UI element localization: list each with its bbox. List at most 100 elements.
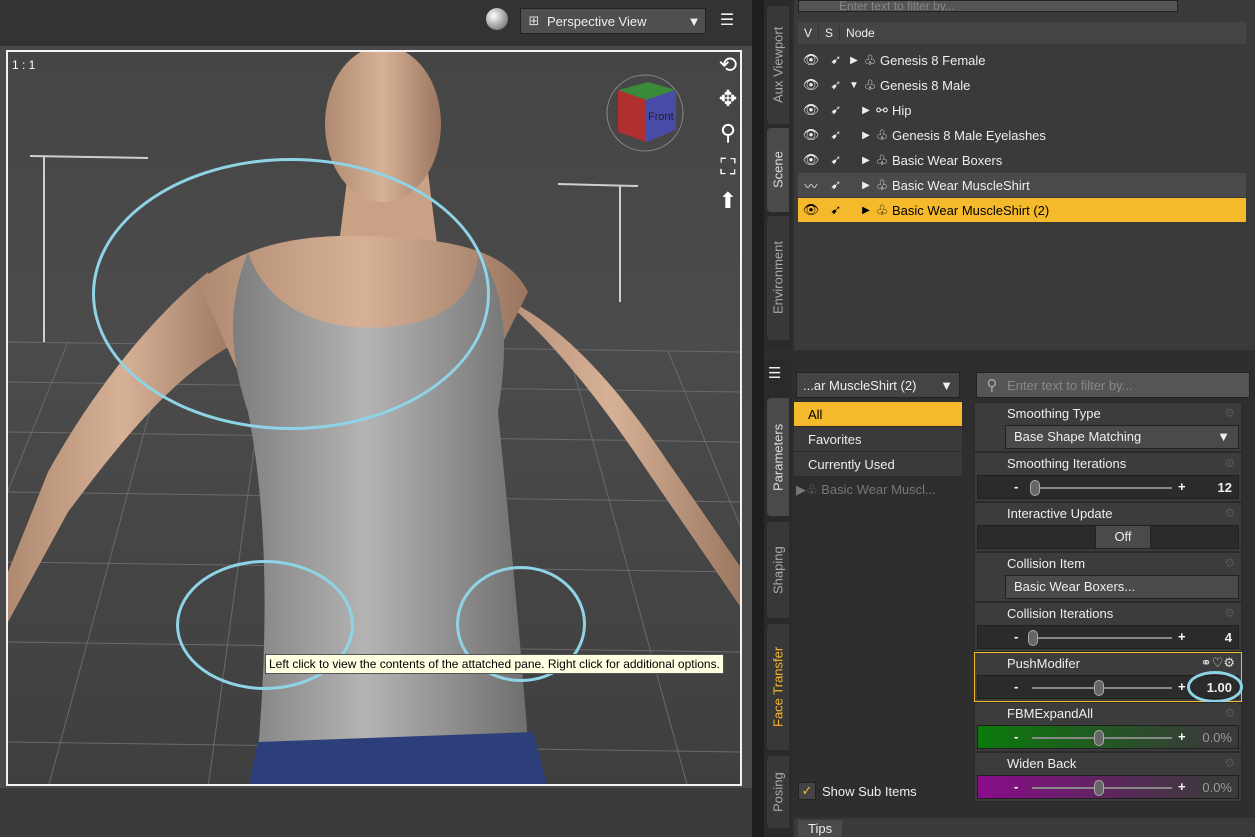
scene-row[interactable]: 👁 ➹ ▼ ♧ Genesis 8 Male <box>798 73 1246 97</box>
viewport-menu-icon[interactable]: ☰ <box>716 10 738 32</box>
highlight-ellipse <box>1187 671 1243 703</box>
decrement-icon[interactable]: - <box>1014 479 1018 494</box>
tab-scene[interactable]: Scene <box>767 128 789 212</box>
gear-icon[interactable]: ⚙ <box>1224 556 1235 570</box>
increment-icon[interactable]: + <box>1178 679 1186 694</box>
gear-icon[interactable]: ⚙ <box>1224 706 1235 720</box>
expand-icon[interactable]: ▶ <box>860 130 872 141</box>
scene-row-selected[interactable]: 👁 ➹ ▶ ♧ Basic Wear MuscleShirt (2) <box>798 198 1246 222</box>
selectable-icon[interactable]: ➹ <box>824 52 848 68</box>
eye-icon[interactable]: 👁 <box>798 77 824 93</box>
col-selectable[interactable]: S <box>819 26 841 40</box>
expand-icon[interactable]: ▶ <box>848 55 860 66</box>
eye-icon[interactable]: 👁 <box>798 152 824 168</box>
expand-icon[interactable]: ▶ <box>860 105 872 116</box>
collision-item-button[interactable]: Basic Wear Boxers... <box>1005 575 1239 599</box>
reset-view-icon[interactable]: ⬆ <box>710 184 746 218</box>
slider-value[interactable]: 0.0% <box>1202 730 1232 745</box>
slider[interactable]: - + 4 <box>977 625 1239 649</box>
gear-icon[interactable]: ⚙ <box>1224 606 1235 620</box>
slider-knob[interactable] <box>1094 730 1104 746</box>
slider[interactable]: - + 0.0% <box>977 775 1239 799</box>
orbit-icon[interactable]: ⟲ <box>710 48 746 82</box>
slider-knob[interactable] <box>1094 680 1104 696</box>
slider-knob[interactable] <box>1030 480 1040 496</box>
increment-icon[interactable]: + <box>1178 729 1186 744</box>
show-sub-items[interactable]: ✓ Show Sub Items <box>798 782 917 800</box>
eye-icon[interactable]: 👁 <box>798 102 824 118</box>
collapse-icon[interactable]: ▼ <box>848 80 860 91</box>
eye-icon[interactable]: 👁 <box>798 52 824 68</box>
eye-closed-icon[interactable]: 〰 <box>798 176 824 195</box>
checkbox-checked-icon[interactable]: ✓ <box>798 782 816 800</box>
viewport-frame[interactable] <box>6 50 742 786</box>
tab-shaping[interactable]: Shaping <box>767 522 789 618</box>
tab-tips[interactable]: Tips <box>798 820 843 837</box>
scene-row[interactable]: 〰 ➹ ▶ ♧ Basic Wear MuscleShirt <box>798 173 1246 197</box>
zoom-icon[interactable]: ⚲ <box>710 116 746 150</box>
param-label: Widen Back <box>1007 756 1077 771</box>
slider[interactable]: - + 12 <box>977 475 1239 499</box>
slider-value[interactable]: 12 <box>1218 480 1232 495</box>
link-heart-gear-icons[interactable]: ⚭♡⚙ <box>1201 655 1235 671</box>
increment-icon[interactable]: + <box>1178 629 1186 644</box>
viewport-pane[interactable]: ⊞ Perspective View ▼ ☰ 1: 1 Front ⟲ ✥ ⚲… <box>0 0 752 837</box>
slider[interactable]: - + 0.0% <box>977 725 1239 749</box>
gear-icon[interactable]: ⚙ <box>1224 506 1235 520</box>
category-tree-item[interactable]: ▶♧ Basic Wear Muscl... <box>794 477 962 502</box>
param-filter-input[interactable]: ⚲ Enter text to filter by... <box>976 372 1250 398</box>
scene-row[interactable]: 👁 ➹ ▶ ♧ Basic Wear Boxers <box>798 148 1246 172</box>
slider-knob[interactable] <box>1028 630 1038 646</box>
eye-icon[interactable]: 👁 <box>798 202 824 218</box>
scene-filter-input[interactable]: Enter text to filter by... <box>798 0 1178 12</box>
decrement-icon[interactable]: - <box>1014 679 1018 694</box>
selectable-icon[interactable]: ➹ <box>824 127 848 143</box>
col-visible[interactable]: V <box>798 26 820 40</box>
scene-row[interactable]: 👁 ➹ ▶ ⚯ Hip <box>798 98 1246 122</box>
decrement-icon[interactable]: - <box>1014 729 1018 744</box>
gear-icon[interactable]: ⚙ <box>1224 406 1235 420</box>
scene-row[interactable]: 👁 ➹ ▶ ♧ Genesis 8 Male Eyelashes <box>798 123 1246 147</box>
increment-icon[interactable]: + <box>1178 779 1186 794</box>
param-label: Collision Iterations <box>1007 606 1114 621</box>
tab-posing[interactable]: Posing <box>767 756 789 828</box>
selectable-icon[interactable]: ➹ <box>824 177 848 193</box>
gear-icon[interactable]: ⚙ <box>1224 756 1235 770</box>
pane-splitter[interactable] <box>752 0 764 837</box>
category-all[interactable]: All <box>794 402 962 427</box>
frame-icon[interactable]: ⛶ <box>710 150 746 184</box>
draw-style-sphere-icon[interactable] <box>486 8 508 30</box>
interactive-update-toggle[interactable]: Off <box>1095 525 1151 549</box>
tab-environment[interactable]: Environment <box>767 216 789 340</box>
slider-value[interactable]: 4 <box>1225 630 1232 645</box>
selectable-icon[interactable]: ➹ <box>824 102 848 118</box>
scene-row[interactable]: 👁 ➹ ▶ ♧ Genesis 8 Female <box>798 48 1246 72</box>
gear-icon[interactable]: ⚙ <box>1224 456 1235 470</box>
smoothing-type-select[interactable]: Base Shape Matching ▼ <box>1005 425 1239 449</box>
expand-icon[interactable]: ▶ <box>860 155 872 166</box>
pane-menu-icon[interactable]: ☰ <box>768 364 781 382</box>
decrement-icon[interactable]: - <box>1014 629 1018 644</box>
slider-knob[interactable] <box>1094 780 1104 796</box>
col-node[interactable]: Node <box>840 26 881 40</box>
increment-icon[interactable]: + <box>1178 479 1186 494</box>
selectable-icon[interactable]: ➹ <box>824 152 848 168</box>
node-select[interactable]: ...ar MuscleShirt (2) ▼ <box>796 372 960 398</box>
tab-face-transfer[interactable]: Face Transfer <box>767 624 789 750</box>
param-label: Collision Item <box>1007 556 1086 571</box>
view-cube[interactable]: Front <box>604 72 686 154</box>
pan-icon[interactable]: ✥ <box>710 82 746 116</box>
expand-icon[interactable]: ▶ <box>860 205 872 216</box>
expand-icon[interactable]: ▶ <box>860 180 872 191</box>
category-currently-used[interactable]: Currently Used <box>794 452 962 477</box>
tab-aux-viewport[interactable]: Aux Viewport <box>767 6 789 124</box>
view-select[interactable]: ⊞ Perspective View ▼ <box>520 8 706 34</box>
param-interactive-update: Interactive Update ⚙ Off <box>974 502 1242 552</box>
slider-value[interactable]: 0.0% <box>1202 780 1232 795</box>
eye-icon[interactable]: 👁 <box>798 127 824 143</box>
selectable-icon[interactable]: ➹ <box>824 202 848 218</box>
category-favorites[interactable]: Favorites <box>794 427 962 452</box>
selectable-icon[interactable]: ➹ <box>824 77 848 93</box>
decrement-icon[interactable]: - <box>1014 779 1018 794</box>
tab-parameters[interactable]: Parameters <box>767 398 789 516</box>
